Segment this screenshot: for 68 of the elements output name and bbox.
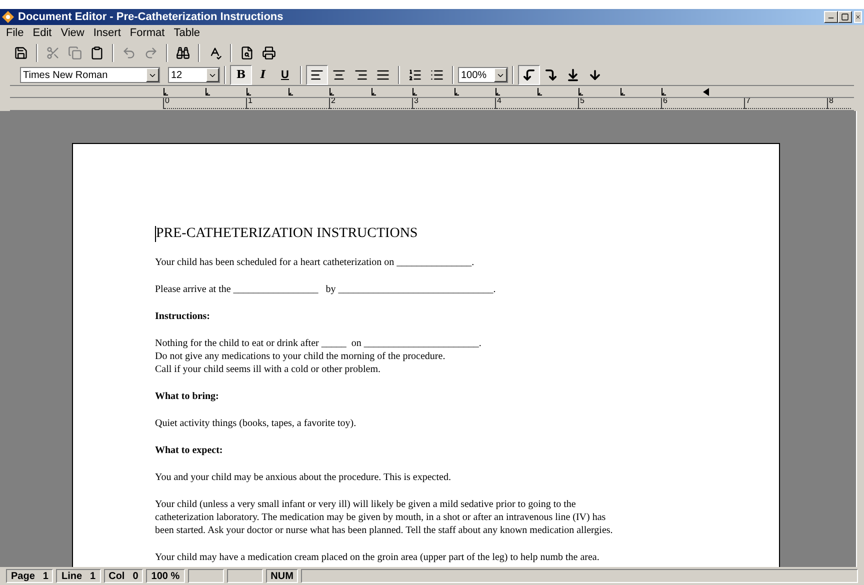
- zoom-dropdown[interactable]: 100%: [458, 67, 508, 83]
- tab-stop-icon[interactable]: [454, 88, 460, 96]
- text-line: Call if your child seems ill with a cold or other problem.: [155, 363, 382, 376]
- maximize-icon: [841, 13, 849, 21]
- text-line: Do not give any medications to your child the morning of the procedure.: [155, 350, 446, 363]
- menu-item[interactable]: Table: [170, 25, 204, 42]
- tab-stop-icon[interactable]: [620, 88, 626, 96]
- tab-stop-icon[interactable]: [412, 88, 418, 96]
- tab-stop-icon[interactable]: [246, 88, 252, 96]
- tab-stop-icon[interactable]: [329, 88, 335, 96]
- tab-stop-icon[interactable]: [204, 88, 210, 96]
- tab-stop-icon[interactable]: [495, 88, 501, 96]
- tab-stop-icon[interactable]: [578, 88, 584, 96]
- menu-item[interactable]: Format: [126, 25, 169, 42]
- window-title: Document Editor - Pre-Catheterization Instructions: [18, 10, 284, 25]
- document-title: PRE-CATHETERIZATION INSTRUCTIONS: [155, 226, 779, 242]
- tab-stop-icon[interactable]: [163, 88, 169, 96]
- close-button[interactable]: [854, 11, 862, 23]
- status-value: 1: [42, 570, 48, 584]
- section-heading: What to bring:: [155, 390, 220, 403]
- tab-stop-icon: [588, 68, 602, 82]
- menu-item[interactable]: File: [2, 25, 28, 42]
- text-line: catheterization laboratory. The medication may be given by mouth, in a shot or after an intravenous line (IV) has: [155, 511, 607, 524]
- section-heading: What to expect:: [155, 444, 224, 457]
- section-heading: Instructions:: [155, 310, 212, 323]
- text-line: You and your child may be anxious about the procedure. This is expected.: [155, 471, 452, 484]
- status-label: Col: [108, 570, 125, 584]
- font-dropdown[interactable]: Times New Roman: [20, 67, 160, 83]
- align-icon: [376, 68, 390, 82]
- text-line: Your child has been scheduled for a heart catheterization on _______________.: [155, 256, 476, 269]
- status-label: Page: [11, 570, 35, 584]
- status-label: 100 %: [151, 570, 180, 584]
- menu-item[interactable]: View: [56, 25, 88, 42]
- maximize-button[interactable]: [838, 11, 852, 23]
- menu-item[interactable]: Edit: [28, 25, 56, 42]
- status-value: 0: [132, 570, 138, 584]
- status-panel: [188, 569, 224, 583]
- status-label: Line: [61, 570, 82, 584]
- italic-button[interactable]: I: [252, 65, 274, 85]
- right-indent-icon[interactable]: [702, 88, 708, 96]
- bold-button[interactable]: B: [230, 65, 252, 85]
- tab-type-button[interactable]: [518, 65, 540, 85]
- size-dropdown[interactable]: 12: [168, 67, 220, 83]
- text-line: Please arrive at the _________________ by _______________________________.: [155, 283, 497, 296]
- underline-button[interactable]: U: [274, 65, 296, 85]
- app-icon: [2, 11, 14, 23]
- tab-stop-icon: [522, 68, 536, 82]
- minimize-button[interactable]: [824, 11, 838, 23]
- tab-stop-icon[interactable]: [661, 88, 667, 96]
- status-label: NUM: [270, 570, 294, 584]
- tab-stop-icon: [566, 68, 580, 82]
- align-icon: [354, 68, 368, 82]
- status-value: 1: [90, 570, 96, 584]
- text-line: Nothing for the child to eat or drink after _____ on _______________________.: [155, 337, 482, 350]
- tab-stop-icon[interactable]: [288, 88, 294, 96]
- status-panel: [226, 569, 263, 583]
- tab-stop-icon[interactable]: [370, 88, 376, 96]
- tab-stop-icon: [544, 68, 558, 82]
- tab-stop-icon[interactable]: [536, 88, 542, 96]
- text-line: Quiet activity things (books, tapes, a favorite toy).: [155, 417, 358, 430]
- menu-item[interactable]: Insert: [89, 25, 125, 42]
- align-icon: [310, 68, 324, 82]
- text-line: Your child (unless a very small infant or very ill) will likely be given a mild sedative prior to going to the: [155, 498, 577, 511]
- close-icon: [855, 13, 861, 21]
- align-button[interactable]: [306, 65, 328, 85]
- text-line: Your child may have a medication cream placed on the groin area (upper part of the leg) to help numb the area.: [155, 551, 600, 564]
- align-icon: [332, 68, 346, 82]
- text-line: been started. Ask your doctor or nurse what has been planned. Tell the staff about any known medication allergies.: [155, 524, 614, 537]
